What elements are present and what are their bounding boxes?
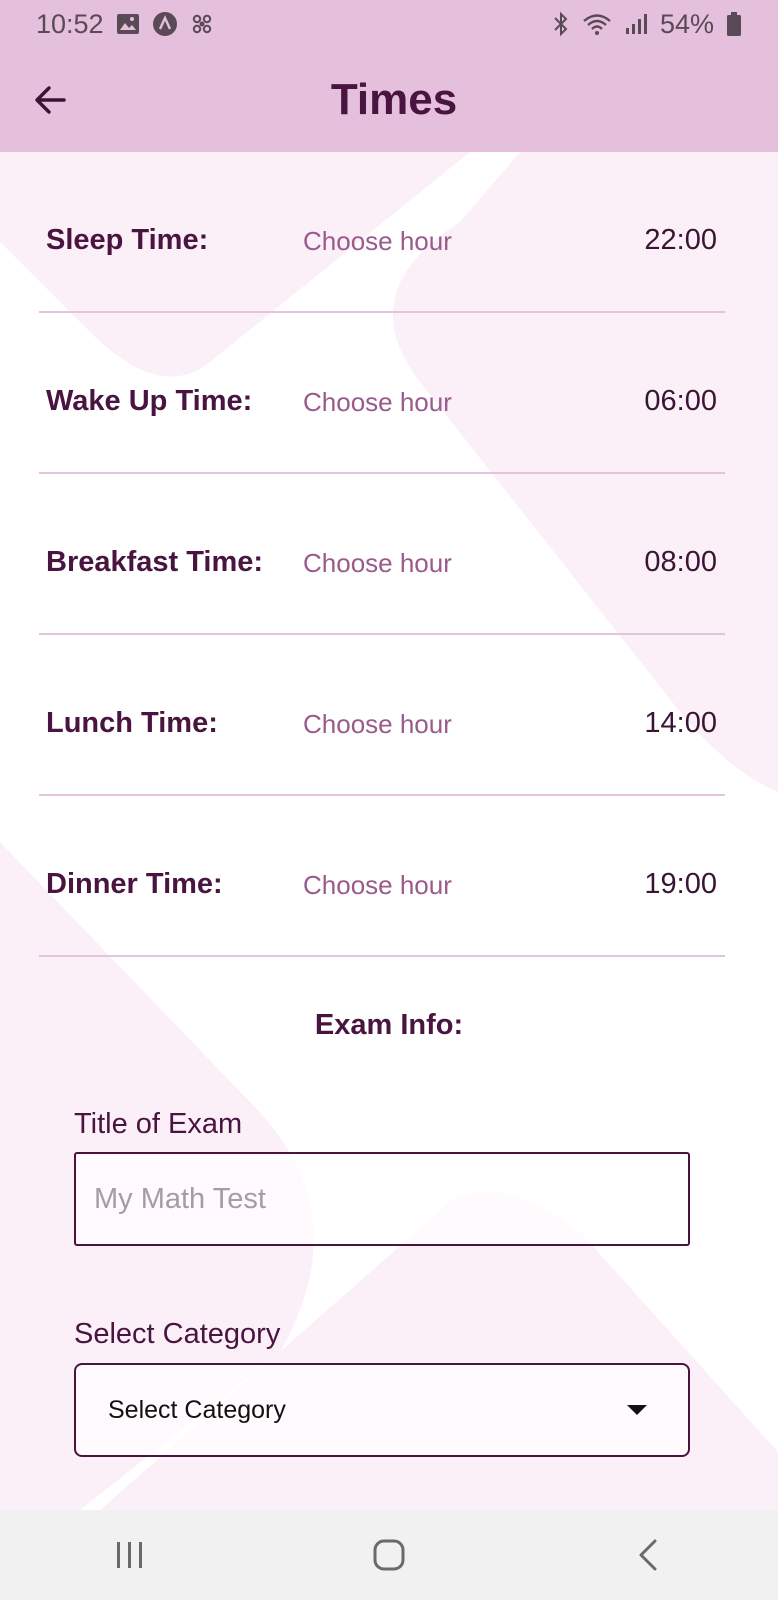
status-bar: 10:52 54% [0,0,778,48]
arrow-left-icon [35,86,66,114]
category-label: Select Category [74,1318,281,1350]
battery-icon [726,11,742,37]
caret-down-icon [627,1405,647,1415]
exam-info-heading: Exam Info: [314,1009,464,1041]
breakfast-time-value: 08:00 [644,546,717,578]
category-select-value: Select Category [108,1395,286,1424]
dinner-choose-hour[interactable]: Choose hour [303,870,452,901]
back-icon [639,1539,657,1571]
a-circle-icon [152,11,178,37]
wake-up-time-value: 06:00 [644,385,717,417]
page-title: Times [330,75,458,124]
wake-up-time-label: Wake Up Time: [46,385,253,417]
image-icon [116,13,140,35]
lunch-choose-hour[interactable]: Choose hour [303,709,452,740]
status-time: 10:52 [36,8,104,39]
lunch-time-label: Lunch Time: [46,707,218,739]
lunch-time-value: 14:00 [644,707,717,739]
time-row-dinner: Dinner Time: Choose hour 19:00 [39,796,725,957]
content: Sleep Time: Choose hour 22:00 Wake Up Ti… [0,152,778,1510]
status-right: 54% [552,9,742,40]
recent-apps-button[interactable] [85,1525,175,1585]
exam-title-label: Title of Exam [74,1108,243,1140]
status-left: 10:52 [36,9,214,40]
time-row-lunch: Lunch Time: Choose hour 14:00 [39,635,725,796]
exam-title-input[interactable] [74,1152,690,1246]
dinner-time-value: 19:00 [644,868,717,900]
sleep-choose-hour[interactable]: Choose hour [303,226,452,257]
bluetooth-icon [552,11,570,37]
back-button[interactable] [24,74,76,126]
battery-percent: 54% [659,8,714,39]
sleep-time-label: Sleep Time: [46,224,209,256]
home-icon [373,1539,405,1571]
app-bar: Times [0,48,778,152]
sleep-time-value: 22:00 [644,224,717,256]
recent-apps-icon [116,1542,142,1568]
breakfast-choose-hour[interactable]: Choose hour [303,548,452,579]
time-row-wake-up: Wake Up Time: Choose hour 06:00 [39,313,725,474]
home-button[interactable] [344,1525,434,1585]
time-row-breakfast: Breakfast Time: Choose hour 08:00 [39,474,725,635]
system-nav-bar [0,1510,778,1600]
time-row-sleep: Sleep Time: Choose hour 22:00 [39,152,725,313]
wake-up-choose-hour[interactable]: Choose hour [303,387,452,418]
nav-back-button[interactable] [603,1525,693,1585]
dinner-time-label: Dinner Time: [46,868,223,900]
fan-icon [190,12,214,36]
wifi-icon [582,12,612,36]
breakfast-time-label: Breakfast Time: [46,546,264,578]
signal-icon [624,12,648,36]
category-select[interactable]: Select Category [74,1363,690,1457]
